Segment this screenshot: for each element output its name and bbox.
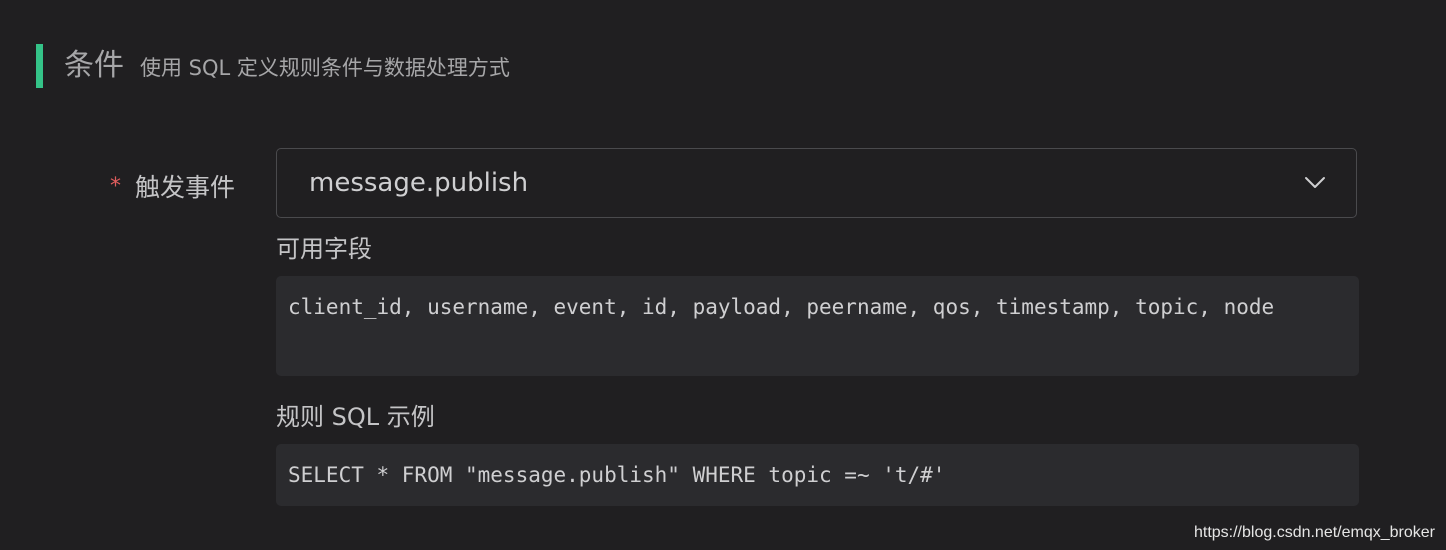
available-fields-label: 可用字段 (276, 235, 372, 263)
trigger-event-label-text: 触发事件 (135, 173, 236, 202)
section-subtitle: 使用 SQL 定义规则条件与数据处理方式 (140, 56, 510, 80)
rule-condition-panel: 条件 使用 SQL 定义规则条件与数据处理方式 * 触发事件 message.p… (0, 0, 1446, 550)
trigger-event-select[interactable]: message.publish (276, 148, 1357, 218)
sql-example-code: SELECT * FROM "message.publish" WHERE to… (276, 444, 1359, 506)
available-fields-code: client_id, username, event, id, payload,… (276, 276, 1359, 376)
trigger-event-label: * 触发事件 (110, 166, 235, 206)
watermark: https://blog.csdn.net/emqx_broker (1193, 524, 1435, 541)
required-mark: * (110, 173, 121, 199)
chevron-down-icon[interactable] (1304, 176, 1326, 190)
sql-example-label: 规则 SQL 示例 (276, 403, 435, 431)
accent-bar (36, 44, 43, 88)
section-header: 条件 使用 SQL 定义规则条件与数据处理方式 (36, 44, 510, 88)
section-title: 条件 (64, 48, 124, 83)
trigger-event-value: message.publish (309, 168, 529, 198)
